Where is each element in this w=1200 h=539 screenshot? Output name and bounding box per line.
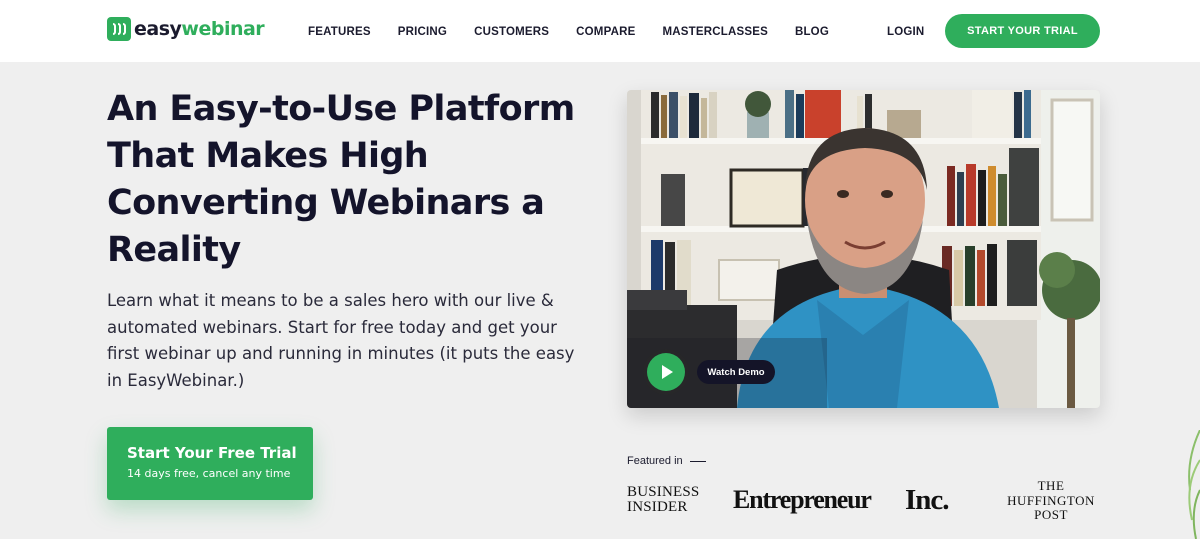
plant-decoration	[1188, 430, 1200, 539]
inc-logo: Inc.	[905, 484, 950, 516]
huffington-post-logo: THE HUFFINGTON POST	[1002, 478, 1100, 523]
logo-text-webinar: webinar	[181, 18, 265, 40]
demo-video[interactable]: Watch Demo	[627, 90, 1100, 408]
entrepreneur-logo: Entrepreneur	[733, 485, 872, 514]
site-header: easywebinar FEATURES PRICING CUSTOMERS C…	[0, 0, 1200, 62]
play-icon[interactable]	[647, 353, 685, 391]
hero-subtitle: Learn what it means to be a sales hero w…	[107, 291, 575, 390]
free-trial-button-subtitle: 14 days free, cancel any time	[127, 467, 291, 480]
logo-text-easy: easy	[134, 18, 182, 40]
huffington-line3: POST	[1034, 507, 1068, 522]
free-trial-button[interactable]: Start Your Free Trial 14 days free, canc…	[107, 427, 313, 500]
nav-customers[interactable]: CUSTOMERS	[474, 24, 549, 40]
watch-demo-button[interactable]: Watch Demo	[697, 360, 775, 384]
hero-title: An Easy-to-Use Platform That Makes High …	[107, 89, 575, 270]
main-nav: FEATURES PRICING CUSTOMERS COMPARE MASTE…	[308, 24, 829, 40]
huffington-line2: HUFFINGTON	[1007, 492, 1095, 508]
featured-divider	[689, 460, 706, 462]
featured-in-label: Featured in	[627, 454, 706, 468]
featured-in-text: Featured in	[627, 455, 683, 467]
nav-pricing[interactable]: PRICING	[398, 24, 447, 40]
free-trial-button-title: Start Your Free Trial	[127, 444, 297, 462]
easywebinar-logo[interactable]: easywebinar	[107, 17, 265, 41]
business-insider-line2: INSIDER	[627, 499, 688, 515]
logo-mark-icon	[107, 17, 131, 41]
huffington-line1: THE	[1037, 478, 1065, 493]
login-link[interactable]: LOGIN	[887, 24, 924, 40]
logo-wordmark: easywebinar	[134, 18, 265, 40]
nav-blog[interactable]: BLOG	[795, 24, 829, 40]
nav-compare[interactable]: COMPARE	[576, 24, 635, 40]
start-trial-button[interactable]: START YOUR TRIAL	[945, 14, 1100, 48]
business-insider-logo: BUSINESS INSIDER	[627, 485, 707, 515]
business-insider-line1: BUSINESS	[627, 484, 700, 500]
video-frame-image	[627, 90, 1100, 408]
nav-features[interactable]: FEATURES	[308, 24, 371, 40]
nav-masterclasses[interactable]: MASTERCLASSES	[662, 24, 767, 40]
